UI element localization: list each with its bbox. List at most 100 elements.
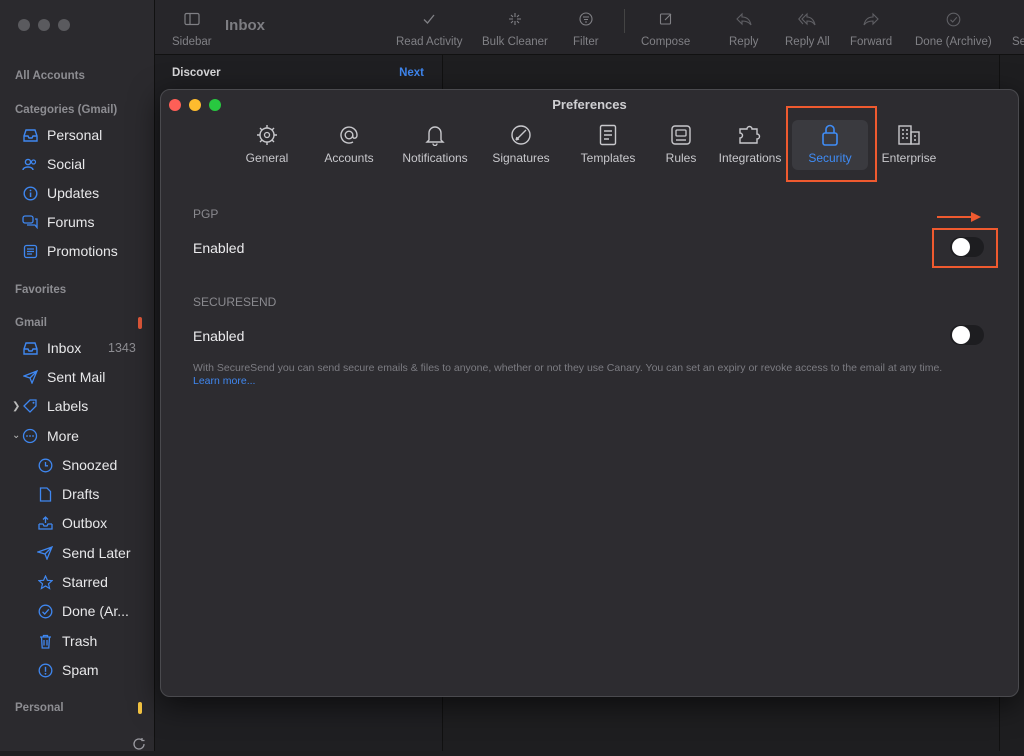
outbox-tray-icon bbox=[37, 515, 53, 531]
sidebar-item-spam[interactable]: Spam bbox=[37, 660, 99, 680]
refresh-icon[interactable] bbox=[132, 737, 146, 756]
close-window-button[interactable] bbox=[18, 19, 30, 31]
securesend-description: With SecureSend you can send secure emai… bbox=[193, 362, 943, 387]
personal-account-heading: Personal bbox=[15, 702, 64, 714]
sidebar-item-label: Done (Ar... bbox=[62, 603, 129, 619]
star-icon bbox=[37, 574, 53, 590]
toggle-knob bbox=[952, 238, 970, 256]
sidebar-item-inbox[interactable]: Inbox bbox=[22, 338, 81, 358]
sidebar-item-personal[interactable]: Personal bbox=[22, 125, 102, 145]
send-later-icon bbox=[37, 545, 53, 561]
sidebar-item-sent-mail[interactable]: Sent Mail bbox=[22, 367, 105, 387]
sidebar-item-label: Starred bbox=[62, 574, 108, 590]
sidebar-item-label: Promotions bbox=[47, 243, 118, 259]
bell-icon bbox=[425, 123, 445, 147]
window-controls bbox=[18, 19, 70, 31]
sidebar-item-label: Outbox bbox=[62, 515, 108, 531]
ellipsis-circle-icon bbox=[22, 428, 38, 444]
sidebar-item-more[interactable]: More bbox=[22, 426, 79, 446]
zoom-window-button[interactable] bbox=[58, 19, 70, 31]
gmail-heading: Gmail bbox=[15, 317, 47, 329]
compose-icon bbox=[659, 12, 673, 30]
reply-button[interactable]: Reply bbox=[729, 12, 758, 48]
preferences-window: Preferences General Accounts Notificatio… bbox=[160, 89, 1019, 697]
sidebar-item-trash[interactable]: Trash bbox=[37, 631, 97, 651]
tag-list-icon bbox=[22, 243, 38, 259]
checkmark-circle-icon bbox=[37, 603, 53, 619]
favorites-heading: Favorites bbox=[15, 284, 67, 296]
done-archive-button[interactable]: Done (Archive) bbox=[915, 12, 992, 48]
inbox-tray-icon bbox=[22, 340, 38, 356]
tab-signatures[interactable]: Signatures bbox=[488, 120, 554, 170]
tab-templates[interactable]: Templates bbox=[575, 120, 641, 170]
categories-heading: Categories (Gmail) bbox=[15, 104, 118, 116]
template-doc-icon bbox=[599, 123, 617, 147]
learn-more-link[interactable]: Learn more... bbox=[193, 375, 255, 387]
sidebar-item-label: Forums bbox=[47, 214, 95, 230]
sidebar-item-label: Sent Mail bbox=[47, 369, 106, 385]
minimize-window-button[interactable] bbox=[38, 19, 50, 31]
sidebar-item-labels[interactable]: Labels bbox=[22, 396, 88, 416]
sidebar-toggle-button[interactable]: Sidebar bbox=[172, 12, 212, 48]
document-icon bbox=[37, 486, 53, 502]
next-link[interactable]: Next bbox=[399, 67, 424, 79]
sidebar-item-social[interactable]: Social bbox=[22, 154, 85, 174]
sidebar-item-label: More bbox=[47, 428, 79, 444]
securesend-enabled-toggle[interactable] bbox=[950, 325, 984, 345]
sidebar-item-label: Social bbox=[47, 156, 86, 172]
sidebar-item-forums[interactable]: Forums bbox=[22, 212, 94, 232]
tab-enterprise[interactable]: Enterprise bbox=[880, 120, 938, 170]
mailbox-title: Inbox bbox=[225, 17, 265, 34]
forward-icon bbox=[863, 12, 879, 30]
bulk-cleaner-button[interactable]: Bulk Cleaner bbox=[482, 12, 548, 48]
chevron-down-icon[interactable]: ⌄ bbox=[12, 430, 20, 441]
sidebar-item-label: Send Later bbox=[62, 545, 131, 561]
tab-integrations[interactable]: Integrations bbox=[715, 120, 785, 170]
chat-bubbles-icon bbox=[22, 214, 38, 230]
tab-rules[interactable]: Rules bbox=[661, 120, 701, 170]
sidebar-item-done-archive[interactable]: Done (Ar... bbox=[37, 601, 129, 621]
toggle-knob bbox=[952, 326, 970, 344]
sidebar-item-send-later[interactable]: Send Later bbox=[37, 543, 131, 563]
building-icon bbox=[897, 123, 921, 147]
sidebar-item-promotions[interactable]: Promotions bbox=[22, 241, 118, 261]
reply-all-button[interactable]: Reply All bbox=[785, 12, 830, 48]
all-accounts-link[interactable]: All Accounts bbox=[15, 70, 85, 82]
pgp-enabled-label: Enabled bbox=[193, 240, 245, 256]
chevron-right-icon[interactable]: ❯ bbox=[12, 401, 20, 412]
toolbar-overflow-button[interactable]: Se bbox=[1012, 12, 1024, 48]
info-circle-icon bbox=[22, 185, 38, 201]
toolbar-divider bbox=[624, 9, 625, 33]
personal-account-color-bar bbox=[138, 702, 142, 714]
sidebar: All Accounts Categories (Gmail) Personal… bbox=[0, 0, 155, 751]
checkmark-icon bbox=[422, 12, 436, 30]
clock-icon bbox=[37, 457, 53, 473]
sidebar-item-updates[interactable]: Updates bbox=[22, 183, 99, 203]
sidebar-item-snoozed[interactable]: Snoozed bbox=[37, 455, 117, 475]
filter-button[interactable]: Filter bbox=[573, 12, 599, 48]
forward-button[interactable]: Forward bbox=[850, 12, 892, 48]
rules-icon bbox=[670, 123, 692, 147]
inbox-unread-count: 1343 bbox=[108, 341, 136, 355]
tab-notifications[interactable]: Notifications bbox=[397, 120, 473, 170]
trash-icon bbox=[37, 633, 53, 649]
sidebar-item-label: Personal bbox=[47, 127, 103, 143]
tab-accounts[interactable]: Accounts bbox=[321, 120, 377, 170]
compose-button[interactable]: Compose bbox=[641, 12, 690, 48]
label-tag-icon bbox=[22, 398, 38, 414]
gear-icon bbox=[256, 123, 278, 147]
inbox-tray-icon bbox=[22, 127, 38, 143]
tab-general[interactable]: General bbox=[241, 120, 293, 170]
pgp-enabled-toggle[interactable] bbox=[950, 237, 984, 257]
read-activity-button[interactable]: Read Activity bbox=[396, 12, 462, 48]
sidebar-item-label: Updates bbox=[47, 185, 100, 201]
sidebar-item-label: Spam bbox=[62, 662, 99, 678]
sidebar-item-drafts[interactable]: Drafts bbox=[37, 484, 99, 504]
sidebar-item-outbox[interactable]: Outbox bbox=[37, 513, 107, 533]
sidebar-item-label: Drafts bbox=[62, 486, 100, 502]
sidebar-item-starred[interactable]: Starred bbox=[37, 572, 108, 592]
main-toolbar: Sidebar Inbox Read Activity Bulk Cleaner… bbox=[155, 0, 1024, 55]
sidebar-item-label: Inbox bbox=[47, 340, 82, 356]
at-sign-icon bbox=[338, 123, 360, 147]
sidebar-item-label: Labels bbox=[47, 398, 89, 414]
